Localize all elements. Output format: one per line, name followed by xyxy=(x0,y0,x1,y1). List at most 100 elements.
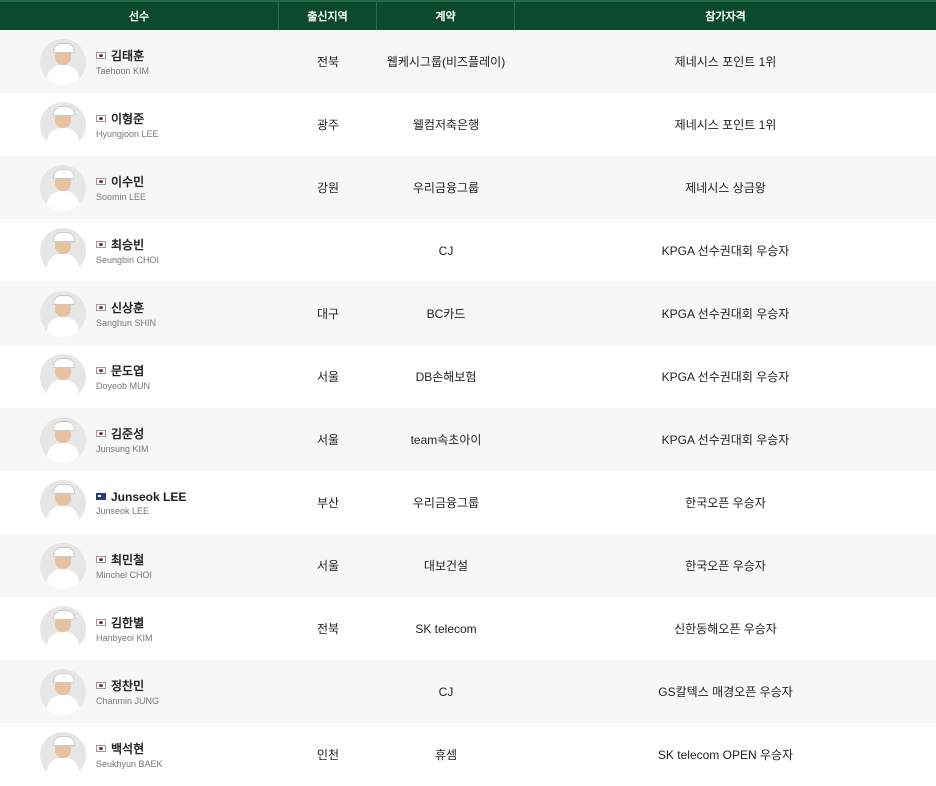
table-row: 김태훈 Taehoon KIM 전북 웹케시그룹(비즈플레이) 제네시스 포인트… xyxy=(0,30,936,93)
player-info: 김태훈 Taehoon KIM xyxy=(96,47,149,76)
player-avatar[interactable] xyxy=(40,479,86,526)
player-qualification: KPGA 선수권대회 우승자 xyxy=(661,307,790,321)
player-avatar[interactable] xyxy=(40,542,86,589)
player-name-ko[interactable]: 정찬민 xyxy=(111,677,144,694)
player-name-ko[interactable]: 문도엽 xyxy=(111,362,144,379)
player-region xyxy=(279,219,377,282)
kr-flag-icon xyxy=(96,745,106,752)
player-avatar[interactable] xyxy=(40,101,86,148)
player-name-en: Sanghun SHIN xyxy=(96,318,157,328)
player-avatar[interactable] xyxy=(40,290,86,337)
player-avatar[interactable] xyxy=(40,38,86,85)
player-name-ko[interactable]: Junseok LEE xyxy=(111,490,186,504)
player-qualification: 제네시스 포인트 1위 xyxy=(674,55,777,69)
player-info: 이수민 Soomin LEE xyxy=(96,173,146,202)
player-name-ko[interactable]: 이형준 xyxy=(111,110,144,127)
player-cell[interactable]: 최승빈 Seungbin CHOI xyxy=(0,219,279,282)
player-name-en: Soomin LEE xyxy=(96,192,147,202)
player-contract: 우리금융그룹 xyxy=(412,181,480,195)
player-cell[interactable]: Junseok LEE Junseok LEE xyxy=(0,471,279,534)
player-qualification: 신한동해오픈 우승자 xyxy=(674,622,777,636)
player-qualification: 제네시스 포인트 1위 xyxy=(674,118,777,132)
player-info: 정찬민 Chanmin JUNG xyxy=(96,677,159,706)
table-row: 최승빈 Seungbin CHOI CJ KPGA 선수권대회 우승자 xyxy=(0,219,936,282)
player-cell[interactable]: 김태훈 Taehoon KIM xyxy=(0,30,279,93)
player-contract: CJ xyxy=(438,684,454,699)
table-row: 김한별 Hanbyeol KIM 전북 SK telecom 신한동해오픈 우승… xyxy=(0,597,936,660)
table-body: 김태훈 Taehoon KIM 전북 웹케시그룹(비즈플레이) 제네시스 포인트… xyxy=(0,30,936,786)
player-avatar[interactable] xyxy=(40,227,86,274)
player-contract: 웰컴저축은행 xyxy=(412,118,480,132)
player-cell[interactable]: 이수민 Soomin LEE xyxy=(0,156,279,219)
player-name-ko[interactable]: 이수민 xyxy=(111,173,144,190)
player-contract: team속초아이 xyxy=(410,433,482,447)
player-cell[interactable]: 정찬민 Chanmin JUNG xyxy=(0,660,279,723)
player-avatar[interactable] xyxy=(40,353,86,400)
player-name-ko[interactable]: 김태훈 xyxy=(111,47,144,64)
table-row: 문도엽 Doyeob MUN 서울 DB손해보험 KPGA 선수권대회 우승자 xyxy=(0,345,936,408)
player-name-en: Seungbin CHOI xyxy=(96,255,160,265)
player-name-en: Chanmin JUNG xyxy=(96,696,160,706)
player-contract: 대보건설 xyxy=(423,559,469,573)
player-qualification: 한국오픈 우승자 xyxy=(685,496,766,510)
player-cell[interactable]: 문도엽 Doyeob MUN xyxy=(0,345,279,408)
header-qualification: 참가자격 xyxy=(705,11,746,23)
table-row: 이형준 Hyungjoon LEE 광주 웰컴저축은행 제네시스 포인트 1위 xyxy=(0,93,936,156)
table-row: 최민철 Minchel CHOI 서울 대보건설 한국오픈 우승자 xyxy=(0,534,936,597)
table-row: 정찬민 Chanmin JUNG CJ GS칼텍스 매경오픈 우승자 xyxy=(0,660,936,723)
kr-flag-icon xyxy=(96,241,106,248)
player-avatar[interactable] xyxy=(40,605,86,652)
kr-flag-icon xyxy=(96,619,106,626)
player-name-en: Minchel CHOI xyxy=(96,570,153,580)
player-info: 김한별 Hanbyeol KIM xyxy=(96,614,153,643)
player-name-en: Hanbyeol KIM xyxy=(96,633,153,643)
header-region: 출신지역 xyxy=(279,2,377,30)
player-name-ko[interactable]: 신상훈 xyxy=(111,299,144,316)
player-info: 최민철 Minchel CHOI xyxy=(96,551,152,580)
player-contract: BC카드 xyxy=(426,307,466,321)
player-region: 전북 xyxy=(316,622,340,636)
player-avatar[interactable] xyxy=(40,668,86,715)
player-contract: 우리금융그룹 xyxy=(412,496,480,510)
player-cell[interactable]: 최민철 Minchel CHOI xyxy=(0,534,279,597)
player-region: 서울 xyxy=(316,559,340,573)
player-name-ko[interactable]: 김한별 xyxy=(111,614,144,631)
player-name-ko[interactable]: 김준성 xyxy=(111,425,144,442)
player-region: 광주 xyxy=(316,118,340,132)
player-contract: SK telecom xyxy=(415,621,477,636)
player-name-en: Hyungjoon LEE xyxy=(96,129,159,139)
player-name-en: Doyeob MUN xyxy=(96,381,151,391)
player-region: 서울 xyxy=(316,370,340,384)
player-region: 대구 xyxy=(316,307,340,321)
player-cell[interactable]: 김준성 Junsung KIM xyxy=(0,408,279,471)
table-row: 백석현 Seukhyun BAEK 인천 휴셈 SK telecom OPEN … xyxy=(0,723,936,786)
player-name-ko[interactable]: 최민철 xyxy=(111,551,144,568)
kr-flag-icon xyxy=(96,304,106,311)
player-region: 인천 xyxy=(316,748,340,762)
table-row: Junseok LEE Junseok LEE 부산 우리금융그룹 한국오픈 우… xyxy=(0,471,936,534)
player-cell[interactable]: 신상훈 Sanghun SHIN xyxy=(0,282,279,345)
player-name-en: Taehoon KIM xyxy=(96,66,150,76)
player-name-en: Junsung KIM xyxy=(96,444,149,454)
player-info: 신상훈 Sanghun SHIN xyxy=(96,299,156,328)
player-name-ko[interactable]: 백석현 xyxy=(111,740,144,757)
player-cell[interactable]: 백석현 Seukhyun BAEK xyxy=(0,723,279,786)
player-name-ko[interactable]: 최승빈 xyxy=(111,236,144,253)
player-qualification: KPGA 선수권대회 우승자 xyxy=(661,244,790,258)
player-info: Junseok LEE Junseok LEE xyxy=(96,490,186,516)
player-cell[interactable]: 김한별 Hanbyeol KIM xyxy=(0,597,279,660)
player-avatar[interactable] xyxy=(40,416,86,463)
player-region xyxy=(279,660,377,723)
player-qualification: KPGA 선수권대회 우승자 xyxy=(661,370,790,384)
player-cell[interactable]: 이형준 Hyungjoon LEE xyxy=(0,93,279,156)
players-table: 선수 출신지역 계약 참가자격 김태훈 Taehoon KIM 전북 웹케시그룹… xyxy=(0,0,936,786)
kr-flag-icon xyxy=(96,367,106,374)
player-qualification: SK telecom OPEN 우승자 xyxy=(657,748,794,762)
player-avatar[interactable] xyxy=(40,164,86,211)
table-row: 이수민 Soomin LEE 강원 우리금융그룹 제네시스 상금왕 xyxy=(0,156,936,219)
player-info: 백석현 Seukhyun BAEK xyxy=(96,740,163,769)
player-info: 김준성 Junsung KIM xyxy=(96,425,149,454)
kr-flag-icon xyxy=(96,178,106,185)
player-info: 이형준 Hyungjoon LEE xyxy=(96,110,159,139)
player-avatar[interactable] xyxy=(40,731,86,778)
